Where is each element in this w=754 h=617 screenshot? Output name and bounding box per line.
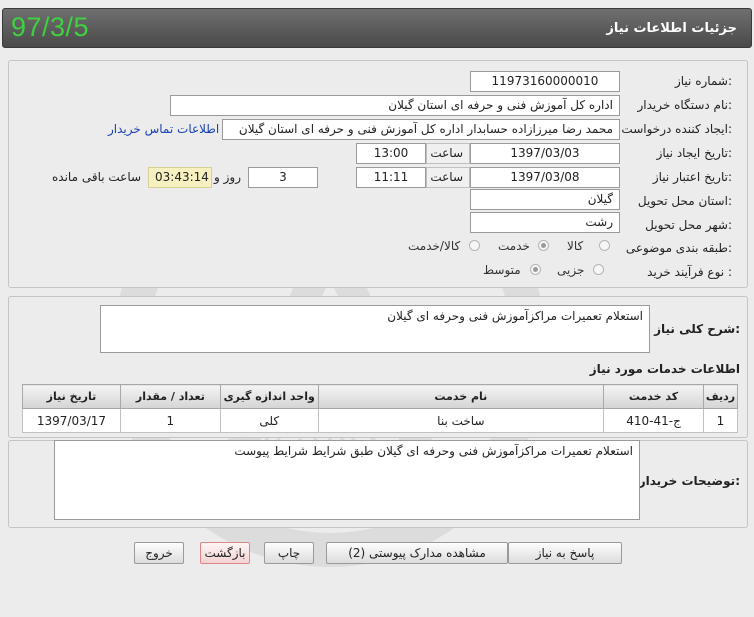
creation-time-label: ساعت <box>426 143 470 164</box>
col-row-number: ردیف <box>702 384 739 409</box>
process-radio-minor[interactable] <box>593 264 604 275</box>
process-option-medium: متوسط <box>483 263 521 277</box>
view-attachments-button[interactable]: مشاهده مدارک پیوستی (2) <box>326 542 508 564</box>
category-option-goods-service: کالا/خدمت <box>408 239 461 253</box>
category-radio-goods-service[interactable] <box>469 240 480 251</box>
process-radio-medium[interactable] <box>530 264 541 275</box>
validity-time-label: ساعت <box>426 167 470 188</box>
col-service-name: نام خدمت <box>317 384 605 409</box>
back-button[interactable]: بازگشت <box>200 542 250 564</box>
creation-date-field[interactable]: 1397/03/03 <box>470 143 620 164</box>
services-table-header: تاریخ نیاز تعداد / مقدار واحد اندازه گیر… <box>22 384 739 409</box>
summary-textbox[interactable]: استعلام تعمیرات مراکزآموزش فنی وحرفه ای … <box>100 305 650 353</box>
category-radio-goods[interactable] <box>599 240 610 251</box>
header-bar: 97/3/5 جزئیات اطلاعات نیاز <box>2 8 752 48</box>
day-and-label: روز و <box>214 170 241 184</box>
buyer-org-field[interactable]: اداره کل آموزش فنی و حرفه ای استان گیلان <box>170 95 620 116</box>
category-radio-service[interactable] <box>538 240 549 251</box>
process-option-minor: جزیی <box>557 263 585 277</box>
city-label: شهر محل تحویل: <box>645 218 732 232</box>
cell-unit: کلی <box>219 408 319 433</box>
page-title: جزئیات اطلاعات نیاز <box>606 21 737 36</box>
validity-date-label: تاریخ اعتبار نیاز: <box>652 170 732 184</box>
requester-label: ایجاد کننده درخواست: <box>621 122 732 136</box>
creation-time-field[interactable]: 13:00 <box>356 143 426 164</box>
buyer-contact-link[interactable]: اطلاعات تماس خریدار <box>108 122 219 136</box>
respond-button[interactable]: پاسخ به نیاز <box>508 542 622 564</box>
province-label: استان محل تحویل: <box>637 194 732 208</box>
col-need-date: تاریخ نیاز <box>22 384 121 409</box>
services-section-title: اطلاعات خدمات مورد نیاز <box>589 362 740 376</box>
cell-row-number: 1 <box>702 408 739 433</box>
services-table: تاریخ نیاز تعداد / مقدار واحد اندازه گیر… <box>22 384 739 433</box>
print-button[interactable]: چاپ <box>264 542 314 564</box>
buyer-org-label: نام دستگاه خریدار: <box>637 98 733 112</box>
remaining-time-field: 03:43:14 <box>148 167 212 188</box>
table-row[interactable]: 1397/03/17 1 کلی ساخت بنا ج-41-410 1 <box>22 408 739 433</box>
col-quantity: تعداد / مقدار <box>119 384 221 409</box>
col-service-code: کد خدمت <box>603 384 704 409</box>
buyer-notes-textbox[interactable]: استعلام تعمیرات مراکزآموزش فنی وحرفه ای … <box>54 440 640 520</box>
requester-field[interactable]: محمد رضا میرزازاده حسابدار اداره کل آموز… <box>222 119 620 140</box>
creation-date-label: تاریخ ایجاد نیاز: <box>656 146 732 160</box>
category-option-service: خدمت <box>498 239 530 253</box>
days-remaining-field[interactable]: 3 <box>248 167 318 188</box>
city-field[interactable]: رشت <box>470 212 620 233</box>
need-number-label: شماره نیاز: <box>674 74 732 88</box>
process-label: نوع فرآیند خرید : <box>647 265 732 279</box>
header-date: 97/3/5 <box>11 12 90 42</box>
cell-service-code: ج-41-410 <box>603 408 704 433</box>
validity-date-field[interactable]: 1397/03/08 <box>470 167 620 188</box>
category-option-goods: کالا <box>567 239 584 253</box>
cell-service-name: ساخت بنا <box>317 408 605 433</box>
exit-button[interactable]: خروج <box>134 542 184 564</box>
cell-quantity: 1 <box>119 408 221 433</box>
category-label: طبقه بندی موضوعی: <box>625 241 732 255</box>
buyer-notes-label: توضیحات خریدار: <box>638 474 740 488</box>
remaining-label: ساعت باقی مانده <box>52 170 142 184</box>
cell-need-date: 1397/03/17 <box>22 408 121 433</box>
validity-time-field[interactable]: 11:11 <box>356 167 426 188</box>
province-field[interactable]: گیلان <box>470 189 620 210</box>
col-unit: واحد اندازه گیری <box>219 384 319 409</box>
need-number-field[interactable]: 11973160000010 <box>470 71 620 92</box>
summary-label: شرح کلی نیاز: <box>654 322 740 336</box>
